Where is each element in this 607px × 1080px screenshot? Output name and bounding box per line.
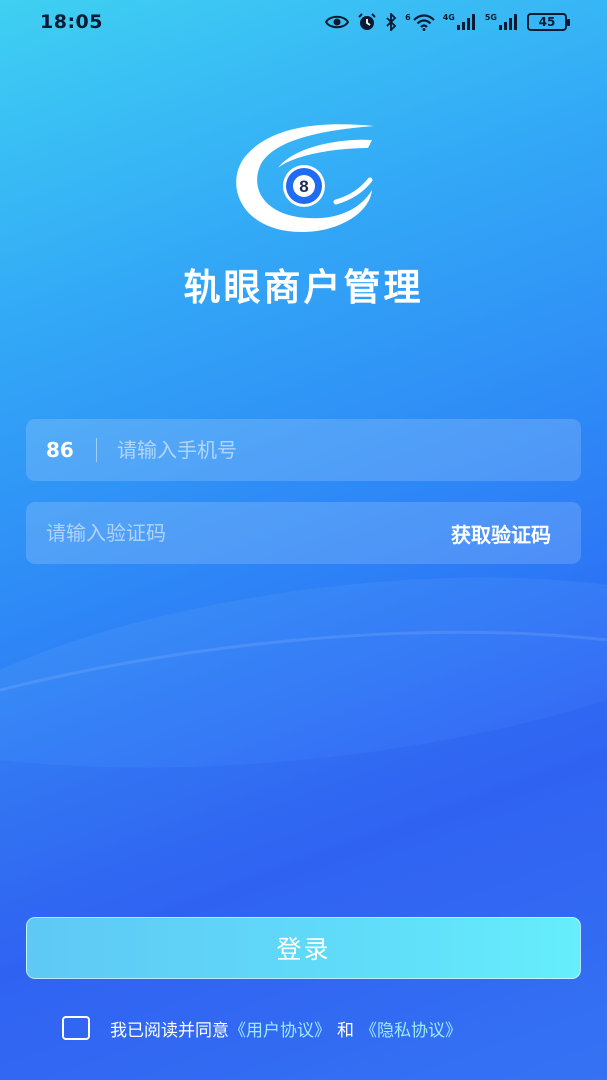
status-bar: 18:05 6 4G 5G 45	[0, 0, 607, 44]
alarm-icon	[358, 13, 376, 30]
eye-icon	[325, 15, 350, 29]
signal-icon	[499, 14, 517, 30]
login-button-label: 登录	[276, 935, 331, 964]
agreement-prefix: 我已阅读并同意	[110, 1020, 229, 1041]
battery-icon: 45	[527, 13, 570, 31]
verification-code-field: 获取验证码	[26, 502, 581, 564]
get-code-button[interactable]: 获取验证码	[451, 519, 551, 548]
login-button[interactable]: 登录	[26, 917, 581, 979]
app-title: 轨眼商户管理	[183, 266, 424, 309]
signal-icon	[456, 14, 475, 30]
phone-field: 86	[26, 419, 581, 481]
status-icons: 6 4G 5G 45	[325, 12, 570, 32]
wifi-icon	[412, 13, 435, 31]
logo-badge: 8	[299, 177, 308, 196]
agreement-row: 我已阅读并同意 《用户协议》 和 《隐私协议》	[62, 1013, 462, 1043]
wifi-status: 6	[405, 12, 435, 31]
battery-level: 45	[538, 15, 556, 29]
cellular-status-1: 4G	[443, 14, 477, 30]
phone-input[interactable]	[117, 438, 581, 462]
network-type-2: 5G	[484, 13, 497, 22]
user-agreement-link[interactable]: 《用户协议》	[229, 1016, 331, 1041]
cellular-status-2: 5G	[485, 14, 519, 30]
country-code[interactable]: 86	[46, 438, 96, 462]
field-divider	[96, 438, 97, 462]
bluetooth-icon	[386, 13, 397, 31]
network-type-1: 4G	[442, 13, 455, 22]
agreement-and: 和	[337, 1020, 354, 1041]
privacy-policy-link[interactable]: 《隐私协议》	[360, 1016, 462, 1041]
wifi-badge: 6	[405, 12, 411, 22]
status-time: 18:05	[40, 11, 103, 33]
eight-ball-logo-icon: 8	[236, 124, 374, 232]
verification-code-input[interactable]	[46, 521, 451, 545]
agreement-checkbox[interactable]	[62, 1016, 90, 1040]
